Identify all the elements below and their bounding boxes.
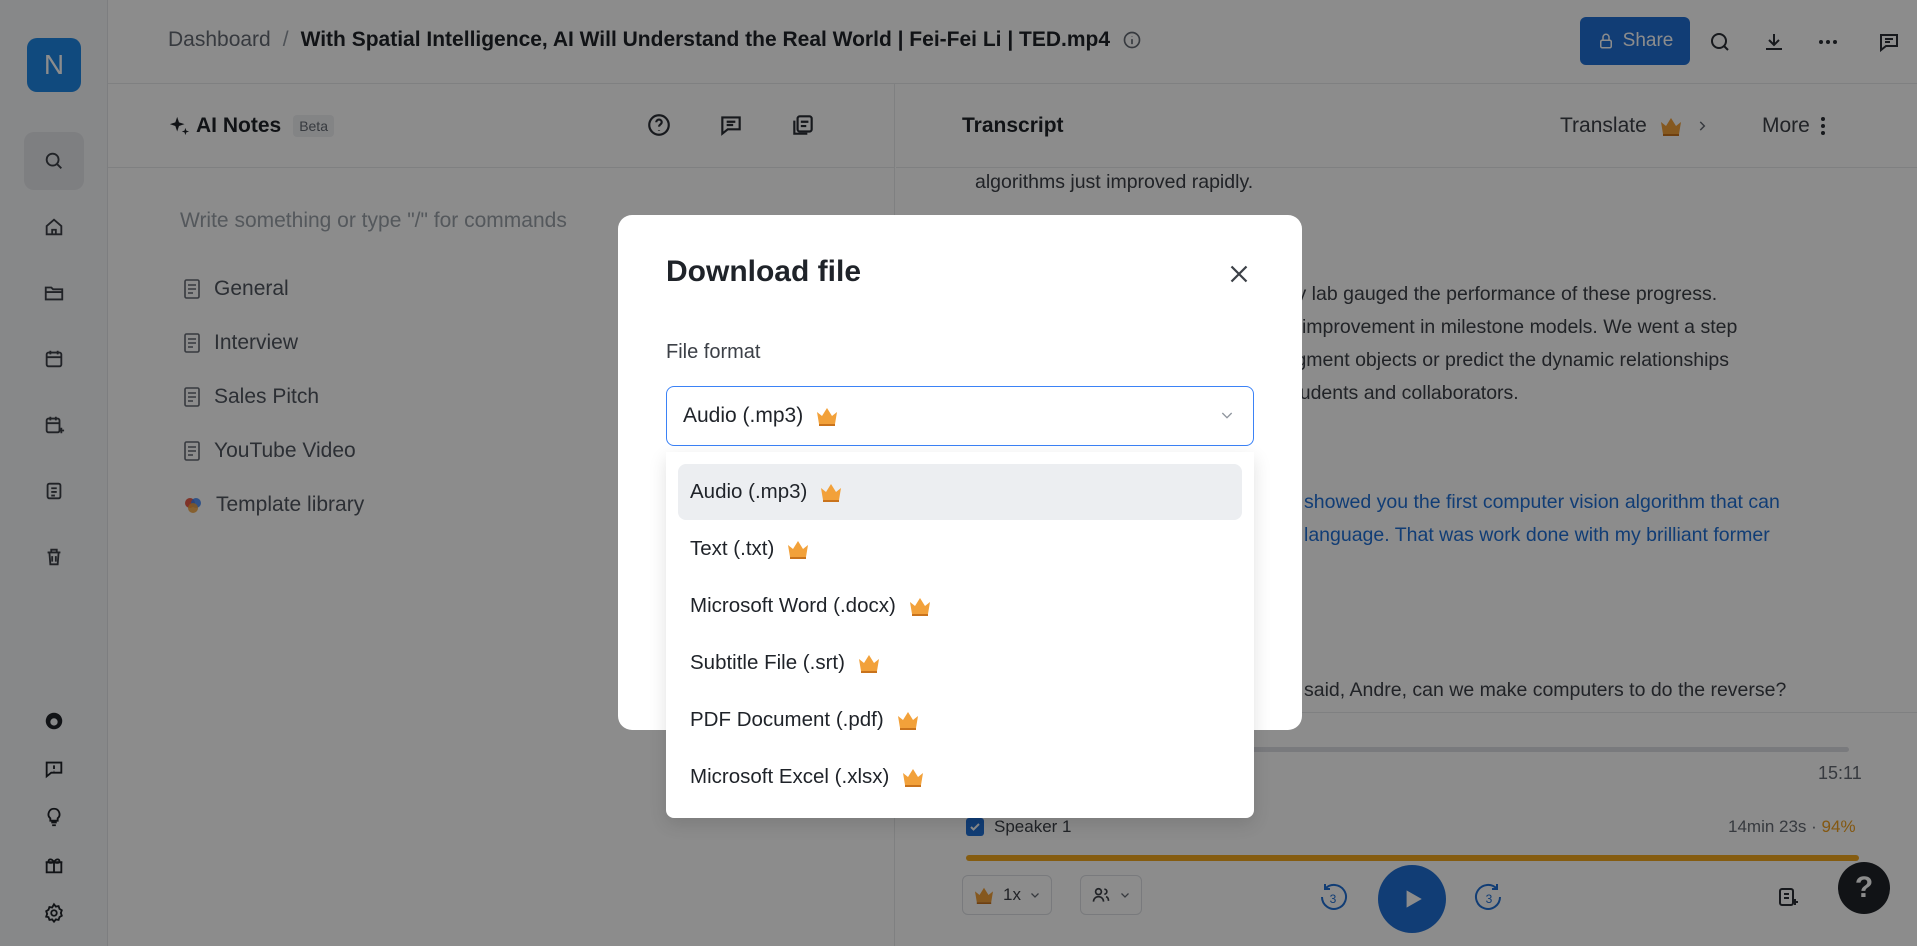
crown-icon (909, 598, 930, 616)
format-option-mp3[interactable]: Audio (.mp3) (678, 464, 1242, 520)
format-dropdown-menu: Audio (.mp3) Text (.txt) Microsoft Word … (666, 452, 1254, 818)
crown-icon (788, 541, 809, 559)
dialog-title: Download file (666, 255, 861, 288)
close-button[interactable] (1224, 259, 1254, 289)
file-format-label: File format (666, 341, 761, 363)
format-option-xlsx[interactable]: Microsoft Excel (.xlsx) (678, 749, 1242, 805)
option-label: PDF Document (.pdf) (690, 708, 884, 731)
crown-icon (817, 408, 838, 426)
crown-icon (903, 769, 924, 787)
format-option-txt[interactable]: Text (.txt) (678, 521, 1242, 577)
file-format-select[interactable]: Audio (.mp3) (666, 386, 1254, 446)
option-label: Microsoft Excel (.xlsx) (690, 765, 890, 788)
close-icon (1230, 265, 1248, 283)
selected-format: Audio (.mp3) (683, 404, 804, 427)
crown-icon (897, 712, 918, 730)
crown-icon (821, 484, 842, 502)
option-label: Audio (.mp3) (690, 480, 808, 503)
option-label: Text (.txt) (690, 537, 775, 560)
crown-icon (858, 655, 879, 673)
format-option-docx[interactable]: Microsoft Word (.docx) (678, 578, 1242, 634)
option-label: Subtitle File (.srt) (690, 651, 845, 674)
format-option-pdf[interactable]: PDF Document (.pdf) (678, 692, 1242, 748)
option-label: Microsoft Word (.docx) (690, 594, 896, 617)
format-option-srt[interactable]: Subtitle File (.srt) (678, 635, 1242, 691)
chevron-down-icon (1221, 412, 1233, 419)
